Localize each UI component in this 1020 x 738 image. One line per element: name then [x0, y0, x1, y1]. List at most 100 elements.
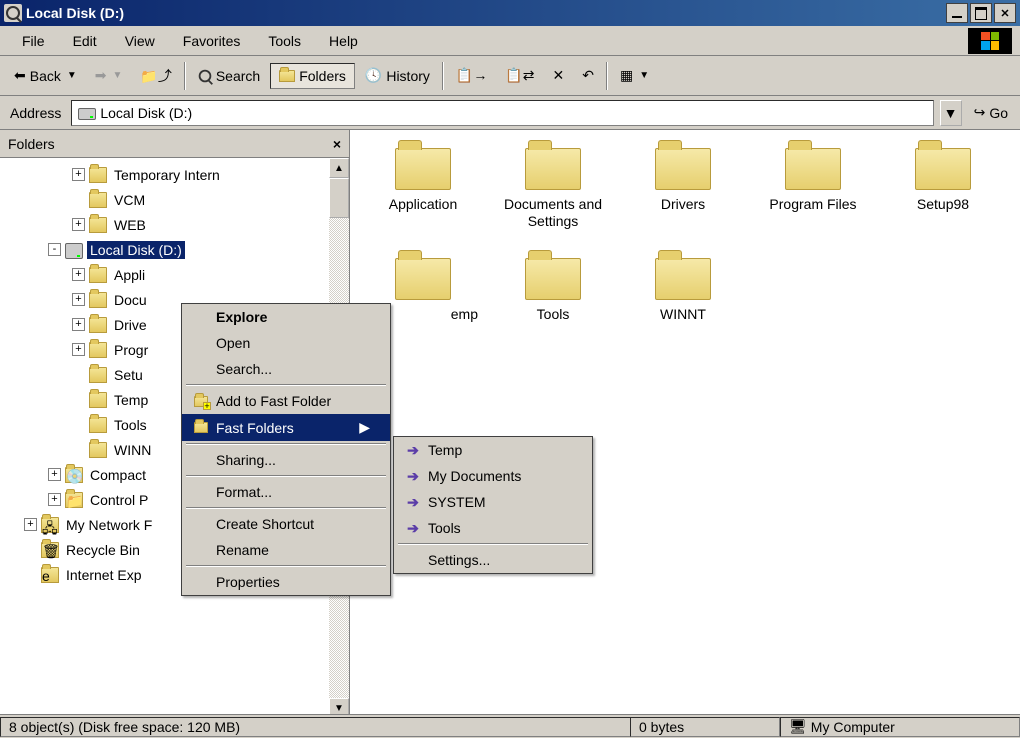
expand-toggle[interactable]: + — [48, 468, 61, 481]
menu-item[interactable]: Open — [182, 330, 390, 356]
status-selection: 0 bytes — [630, 717, 780, 737]
menu-favorites[interactable]: Favorites — [169, 29, 255, 53]
menu-edit[interactable]: Edit — [59, 29, 111, 53]
folder-name: Documents and Settings — [488, 196, 618, 230]
folder-name: Setup98 — [917, 196, 969, 213]
folder-name: Application — [389, 196, 458, 213]
tree-item[interactable]: +WEB — [0, 212, 349, 237]
folder-item[interactable]: Setup98 — [878, 144, 1008, 254]
expand-toggle[interactable] — [72, 368, 85, 381]
tree-label: Tools — [111, 416, 150, 434]
windows-logo-icon — [968, 28, 1012, 54]
maximize-button[interactable] — [970, 3, 992, 23]
expand-toggle[interactable]: + — [72, 293, 85, 306]
folder-name: Drivers — [661, 196, 705, 213]
copyto-button[interactable]: 📋⇄ — [497, 63, 542, 88]
expand-toggle[interactable] — [72, 443, 85, 456]
toolbar: ⬅ Back ▼ ➡ ▼ 📁⤴ Search Folders 🕓 History… — [0, 56, 1020, 96]
menu-help[interactable]: Help — [315, 29, 372, 53]
fastfolder-icon — [192, 420, 210, 436]
menu-item[interactable]: Sharing... — [182, 447, 390, 473]
context-menu[interactable]: ExploreOpenSearch...+Add to Fast FolderF… — [181, 303, 391, 596]
menubar: File Edit View Favorites Tools Help — [0, 26, 1020, 56]
folder-item[interactable]: WINNT — [618, 254, 748, 364]
menu-view[interactable]: View — [111, 29, 169, 53]
arrow-icon: ➔ — [404, 520, 422, 536]
submenu-item[interactable]: ➔Tools — [394, 515, 592, 541]
search-button[interactable]: Search — [190, 64, 268, 88]
folders-button[interactable]: Folders — [270, 63, 355, 89]
expand-toggle[interactable]: + — [24, 518, 37, 531]
folder-item[interactable]: Tools — [488, 254, 618, 364]
moveto-button[interactable]: 📋→ — [448, 63, 495, 88]
tree-label: Control P — [87, 491, 151, 509]
tree-label: My Network F — [63, 516, 155, 534]
folder-item[interactable]: Program Files — [748, 144, 878, 254]
expand-toggle[interactable]: + — [72, 318, 85, 331]
expand-toggle[interactable] — [72, 393, 85, 406]
folder-icon — [525, 148, 581, 190]
expand-toggle[interactable]: + — [72, 343, 85, 356]
tree-label: WINN — [111, 441, 154, 459]
menu-item[interactable]: +Add to Fast Folder — [182, 388, 390, 414]
expand-toggle[interactable] — [72, 418, 85, 431]
disk-icon — [65, 243, 83, 259]
undo-button[interactable]: ↶ — [574, 63, 602, 88]
submenu-item[interactable]: ➔SYSTEM — [394, 489, 592, 515]
folder-name: Tools — [537, 306, 570, 323]
tree-item[interactable]: VCM — [0, 187, 349, 212]
expand-toggle[interactable]: + — [48, 493, 61, 506]
history-button[interactable]: 🕓 History — [357, 63, 438, 88]
menu-item[interactable]: Format... — [182, 479, 390, 505]
folder-item[interactable]: Application — [358, 144, 488, 254]
net-icon: 🖧 — [41, 517, 59, 533]
up-button[interactable]: 📁⤴ — [132, 62, 179, 90]
expand-toggle[interactable] — [24, 568, 37, 581]
menu-item[interactable]: Explore — [182, 304, 390, 330]
folder-icon — [655, 258, 711, 300]
tree-item[interactable]: +Appli — [0, 262, 349, 287]
expand-toggle[interactable] — [72, 193, 85, 206]
expand-toggle[interactable]: - — [48, 243, 61, 256]
tree-item[interactable]: +Temporary Intern — [0, 162, 349, 187]
folder-icon — [89, 442, 107, 458]
tree-label: Setu — [111, 366, 146, 384]
expand-toggle[interactable] — [24, 543, 37, 556]
menu-tools[interactable]: Tools — [254, 29, 315, 53]
delete-button[interactable]: ✕ — [545, 63, 573, 88]
menu-item[interactable]: Search... — [182, 356, 390, 382]
address-field[interactable]: Local Disk (D:) — [71, 100, 933, 126]
folder-item[interactable]: Documents and Settings — [488, 144, 618, 254]
expand-toggle[interactable]: + — [72, 168, 85, 181]
minimize-button[interactable] — [946, 3, 968, 23]
menu-file[interactable]: File — [8, 29, 59, 53]
views-button[interactable]: ▦▼ — [612, 63, 657, 88]
folder-icon — [89, 367, 107, 383]
submenu-item[interactable]: ➔My Documents — [394, 463, 592, 489]
address-label: Address — [6, 105, 65, 121]
menu-item[interactable]: Fast Folders▶ — [182, 414, 390, 441]
tree-item[interactable]: -Local Disk (D:) — [0, 237, 349, 262]
go-button[interactable]: ↪ Go — [968, 104, 1014, 121]
content-pane[interactable]: Application Documents and Settings Drivers… — [350, 130, 1020, 738]
menu-item[interactable]: Rename — [182, 537, 390, 563]
close-button[interactable] — [994, 3, 1016, 23]
context-submenu[interactable]: ➔Temp➔My Documents➔SYSTEM➔Tools Settings.… — [393, 436, 593, 574]
address-dropdown[interactable]: ▼ — [940, 100, 962, 126]
menu-item[interactable]: Properties — [182, 569, 390, 595]
titlebar: Local Disk (D:) — [0, 0, 1020, 26]
submenu-item[interactable]: Settings... — [394, 547, 592, 573]
folder-icon — [89, 217, 107, 233]
expand-toggle[interactable]: + — [72, 268, 85, 281]
tree-label: Recycle Bin — [63, 541, 143, 559]
tree-label: Drive — [111, 316, 150, 334]
folder-item[interactable]: Drivers — [618, 144, 748, 254]
expand-toggle[interactable]: + — [72, 218, 85, 231]
submenu-item[interactable]: ➔Temp — [394, 437, 592, 463]
menu-item[interactable]: Create Shortcut — [182, 511, 390, 537]
folder-icon — [89, 192, 107, 208]
folder-icon — [89, 292, 107, 308]
forward-button[interactable]: ➡ ▼ — [87, 63, 131, 88]
back-button[interactable]: ⬅ Back ▼ — [6, 63, 85, 88]
folders-close-button[interactable]: × — [333, 136, 341, 152]
